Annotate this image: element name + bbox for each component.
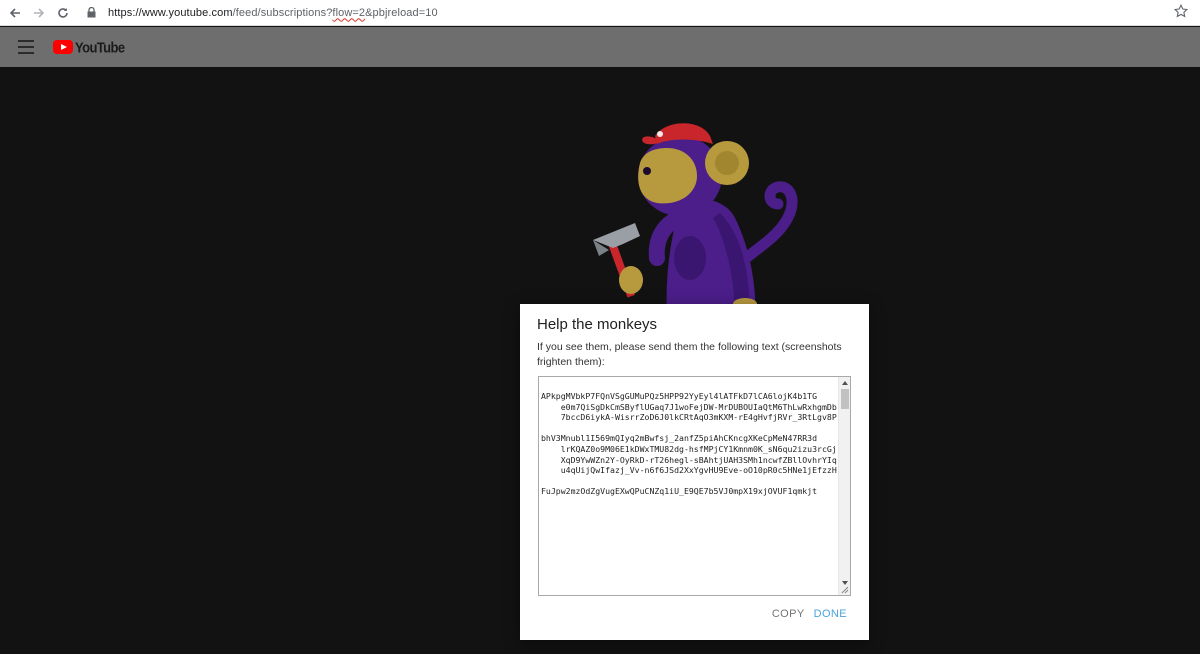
done-button[interactable]: DONE [814,608,847,620]
address-bar[interactable]: https://www.youtube.com/feed/subscriptio… [80,2,1192,23]
dialog-actions: COPY DONE [772,608,847,620]
youtube-masthead: YouTube [0,27,1200,67]
browser-toolbar: https://www.youtube.com/feed/subscriptio… [0,0,1200,26]
play-icon [53,40,73,54]
forward-button[interactable] [29,3,49,23]
guide-menu-icon[interactable] [18,40,34,54]
resize-grip-icon[interactable] [841,586,849,594]
url-host: https://www.youtube.com [108,6,233,19]
logo-text: YouTube [75,38,125,56]
scroll-down-icon[interactable] [842,581,848,585]
url-path: /feed/subscriptions? [232,6,333,19]
report-textarea[interactable]: APkpgMVbkP7FQnVSgGUMuPQz5HPP92YyEyl4lATF… [538,376,851,596]
url-text: https://www.youtube.com/feed/subscriptio… [108,7,438,19]
youtube-logo[interactable]: YouTube [53,38,125,56]
reload-button[interactable] [53,3,73,23]
textarea-scrollbar[interactable] [838,377,850,595]
lock-icon [84,6,98,20]
back-button[interactable] [5,3,25,23]
feedback-dialog: Help the monkeys If you see them, please… [520,304,869,640]
report-text[interactable]: APkpgMVbkP7FQnVSgGUMuPQz5HPP92YyEyl4lATF… [541,391,837,497]
monkey-illustration [593,123,798,318]
reload-icon [58,8,68,18]
dialog-title: Help the monkeys [537,316,658,333]
copy-button[interactable]: COPY [772,608,805,620]
arrow-right-icon [34,8,45,18]
url-flagged-param: flow=2 [332,6,366,19]
bookmark-star-icon[interactable] [1173,3,1189,18]
scroll-thumb[interactable] [841,389,849,409]
scroll-up-icon[interactable] [842,381,848,385]
arrow-left-icon [9,8,20,18]
dialog-message: If you see them, please send them the fo… [537,341,842,368]
url-query: &pbjreload=10 [365,6,438,19]
